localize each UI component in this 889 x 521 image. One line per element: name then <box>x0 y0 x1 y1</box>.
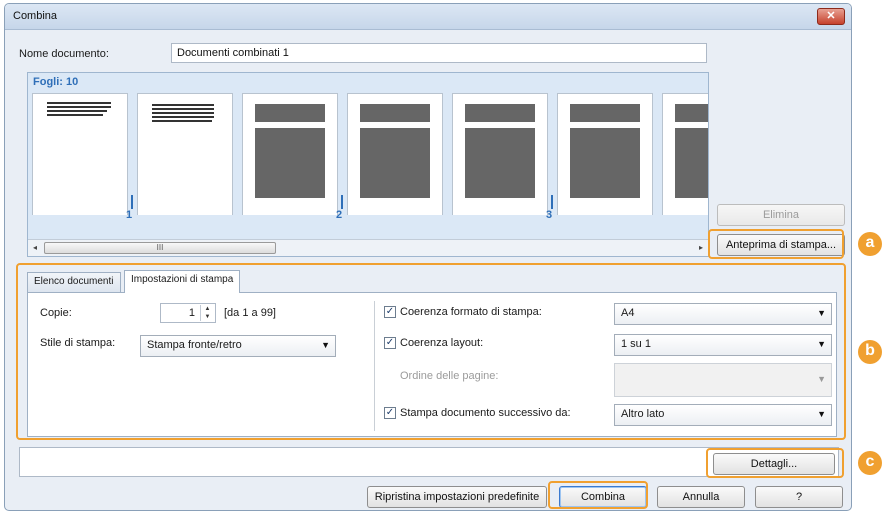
cancel-button[interactable]: Annulla <box>657 486 745 508</box>
document-name-label: Nome documento: <box>19 48 109 60</box>
restore-defaults-button[interactable]: Ripristina impostazioni predefinite <box>367 486 547 508</box>
page-thumbnail[interactable] <box>242 93 338 215</box>
tab-print-settings[interactable]: Impostazioni di stampa <box>124 270 241 293</box>
document-separator <box>341 195 343 209</box>
close-button[interactable]: ✕ <box>817 8 845 25</box>
sheets-preview[interactable]: Fogli: 10 1 2 3 ◂ III ▸ <box>27 72 709 257</box>
page-thumbnail[interactable] <box>32 93 128 215</box>
callout-badge-a: a <box>858 232 882 256</box>
page-thumbnail[interactable] <box>662 93 708 215</box>
window-title: Combina <box>13 10 58 22</box>
help-button[interactable]: ? <box>755 486 843 508</box>
page-thumbnail[interactable] <box>557 93 653 215</box>
callout-frame-combine <box>548 481 648 509</box>
delete-button[interactable]: Elimina <box>717 204 845 226</box>
document-number: 1 <box>126 209 133 221</box>
callout-badge-b: b <box>858 340 882 364</box>
page-thumbnail[interactable] <box>347 93 443 215</box>
page-thumbnail[interactable] <box>452 93 548 215</box>
page-thumbnails <box>32 93 708 215</box>
scroll-left-icon[interactable]: ◂ <box>29 243 41 252</box>
callout-frame-a <box>708 229 844 259</box>
document-number: 3 <box>546 209 553 221</box>
title-bar[interactable]: Combina ✕ <box>5 4 851 30</box>
page-thumbnail[interactable] <box>137 93 233 215</box>
sheets-count-label: Fogli: 10 <box>33 76 79 88</box>
document-separator <box>551 195 553 209</box>
document-separator <box>131 195 133 209</box>
horizontal-scrollbar[interactable]: ◂ III ▸ <box>28 239 708 256</box>
scroll-thumb[interactable]: III <box>44 242 276 254</box>
callout-badge-c: c <box>858 451 882 475</box>
scroll-right-icon[interactable]: ▸ <box>695 243 707 252</box>
document-name-input[interactable] <box>171 43 707 63</box>
document-number: 2 <box>336 209 343 221</box>
callout-frame-c <box>706 448 844 478</box>
